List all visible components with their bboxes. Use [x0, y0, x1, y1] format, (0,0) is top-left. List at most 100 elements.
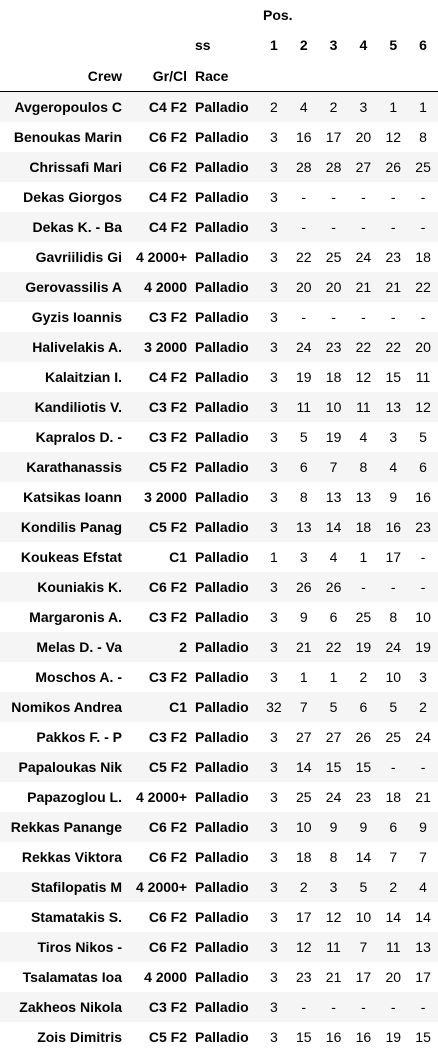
table-row: Dekas Giorgos C4 F2 Palladio 3- - - - - — [0, 181, 438, 212]
crew-name: Melas D. - Va — [0, 631, 126, 662]
crew-name: Margaronis A. — [0, 601, 126, 632]
stage-3-position: 5 — [318, 691, 349, 722]
stage-5-position: 24 — [378, 631, 409, 662]
group-class: 3 2000 — [126, 481, 191, 512]
crew-name: Kondilis Panag — [0, 511, 126, 542]
stage-3-position: 18 — [318, 361, 349, 392]
header-grcl: Gr/Cl — [126, 60, 191, 92]
table-row: Pakkos F. - P C3 F2 Palladio 3 27 27 26 25 24 — [0, 721, 438, 752]
crew-name: Dekas K. - Ba — [0, 211, 126, 242]
stage-4-position: 10 — [348, 901, 379, 932]
stage-3-position: 4 — [318, 541, 349, 572]
group-class: C6 F2 — [126, 571, 191, 602]
stage-1-position: 3 — [259, 601, 289, 632]
stage-5-position: - — [378, 301, 409, 332]
stage-6-position: 10 — [408, 601, 438, 632]
group-class: C3 F2 — [126, 991, 191, 1022]
stage-6-position: 8 — [408, 121, 438, 152]
stage-4-position: 12 — [348, 361, 379, 392]
stage-6-position: 19 — [408, 631, 438, 662]
crew-name: Koukeas Efstat — [0, 541, 126, 572]
stage-4-position: 18 — [348, 511, 379, 542]
stage-5-position: 21 — [378, 271, 409, 302]
stage-2-position: 1 — [288, 661, 319, 692]
stage-5-position: 22 — [378, 331, 409, 362]
header-stage-6: 6 — [419, 37, 427, 53]
group-class: C4 F2 — [126, 91, 191, 122]
table-row: Rekkas Panange C6 F2 Palladio 3 10 9 9 6 9 — [0, 811, 438, 842]
stage-6-position: 24 — [408, 721, 438, 752]
stage-6-position: - — [408, 541, 438, 572]
race-name: Palladio — [191, 181, 259, 212]
stage-4-position: - — [348, 181, 379, 212]
crew-name: Kandiliotis V. — [0, 391, 126, 422]
stage-4-position: 14 — [348, 841, 379, 872]
group-class: C3 F2 — [126, 601, 191, 632]
stage-1-position: 3 — [259, 331, 289, 362]
stage-1-position: 3 — [259, 1021, 289, 1052]
stage-3-position: 28 — [318, 151, 349, 182]
stage-6-position: - — [408, 181, 438, 212]
stage-1-position: 3 — [259, 451, 289, 482]
stage-4-position: - — [348, 571, 379, 602]
stage-1-position: 3 — [259, 241, 289, 272]
stage-1-position: 3 — [259, 421, 289, 452]
stage-1-position: 3 — [259, 961, 289, 992]
stage-6-position: 4 — [408, 871, 438, 902]
crew-name: Gyzis Ioannis — [0, 301, 126, 332]
stage-3-position: 26 — [318, 571, 349, 602]
stage-1-position: 3 — [259, 991, 289, 1022]
group-class: C5 F2 — [126, 511, 191, 542]
stage-2-position: 4 — [288, 91, 319, 122]
stage-4-position: 8 — [348, 451, 379, 482]
stage-2-position: 17 — [288, 901, 319, 932]
group-class: C1 — [126, 691, 191, 722]
race-name: Palladio — [191, 451, 259, 482]
header-row-ss: ss 1 2 3 4 5 6 — [0, 30, 438, 60]
header-stage-1: 1 — [270, 37, 278, 53]
table-row: Chrissafi Mari C6 F2 Palladio 3 28 28 27 26 25 — [0, 151, 438, 182]
stage-1-position: 3 — [259, 481, 289, 512]
race-name: Palladio — [191, 151, 259, 182]
table-row: Papazoglou L. 4 2000+ Palladio 3 25 24 23 18 21 — [0, 781, 438, 812]
race-name: Palladio — [191, 751, 259, 782]
stage-6-position: 16 — [408, 481, 438, 512]
crew-name: Papaloukas Nik — [0, 751, 126, 782]
stage-2-position: 21 — [288, 631, 319, 662]
stage-3-position: 24 — [318, 781, 349, 812]
header-race: Race — [191, 60, 259, 92]
table-row: Papaloukas Nik C5 F2 Palladio 3 14 15 15- - — [0, 751, 438, 782]
crew-name: Nomikos Andrea — [0, 691, 126, 722]
group-class: C6 F2 — [126, 121, 191, 152]
stage-3-position: 6 — [318, 601, 349, 632]
table-row: Kouniakis K. C6 F2 Palladio 3 26 26- - - — [0, 571, 438, 602]
stage-5-position: 1 — [378, 91, 409, 122]
stage-1-position: 3 — [259, 931, 289, 962]
table-row: Nomikos Andrea C1 Palladio 32 7 5 6 5 2 — [0, 691, 438, 722]
group-class: 4 2000+ — [126, 781, 191, 812]
group-class: C6 F2 — [126, 901, 191, 932]
group-class: C6 F2 — [126, 151, 191, 182]
stage-2-position: 14 — [288, 751, 319, 782]
stage-2-position: 15 — [288, 1021, 319, 1052]
stage-2-position: 19 — [288, 361, 319, 392]
stage-4-position: 25 — [348, 601, 379, 632]
table-row: Dekas K. - Ba C4 F2 Palladio 3- - - - - — [0, 211, 438, 242]
table-row: Zakheos Nikola C3 F2 Palladio 3- - - - - — [0, 991, 438, 1022]
stage-1-position: 2 — [259, 91, 289, 122]
race-name: Palladio — [191, 991, 259, 1022]
stage-1-position: 3 — [259, 271, 289, 302]
race-name: Palladio — [191, 241, 259, 272]
stage-1-position: 3 — [259, 811, 289, 842]
stage-5-position: 6 — [378, 811, 409, 842]
results-table: Pos. ss 1 2 3 4 5 6 Crew Gr/Cl Race Avge… — [0, 0, 438, 1052]
stage-2-position: 23 — [288, 961, 319, 992]
stage-3-position: 12 — [318, 901, 349, 932]
stage-6-position: 20 — [408, 331, 438, 362]
race-name: Palladio — [191, 301, 259, 332]
table-row: Benoukas Marin C6 F2 Palladio 3 16 17 20 12 8 — [0, 121, 438, 152]
group-class: C3 F2 — [126, 661, 191, 692]
group-class: 4 2000 — [126, 271, 191, 302]
group-class: C5 F2 — [126, 451, 191, 482]
stage-2-position: 13 — [288, 511, 319, 542]
